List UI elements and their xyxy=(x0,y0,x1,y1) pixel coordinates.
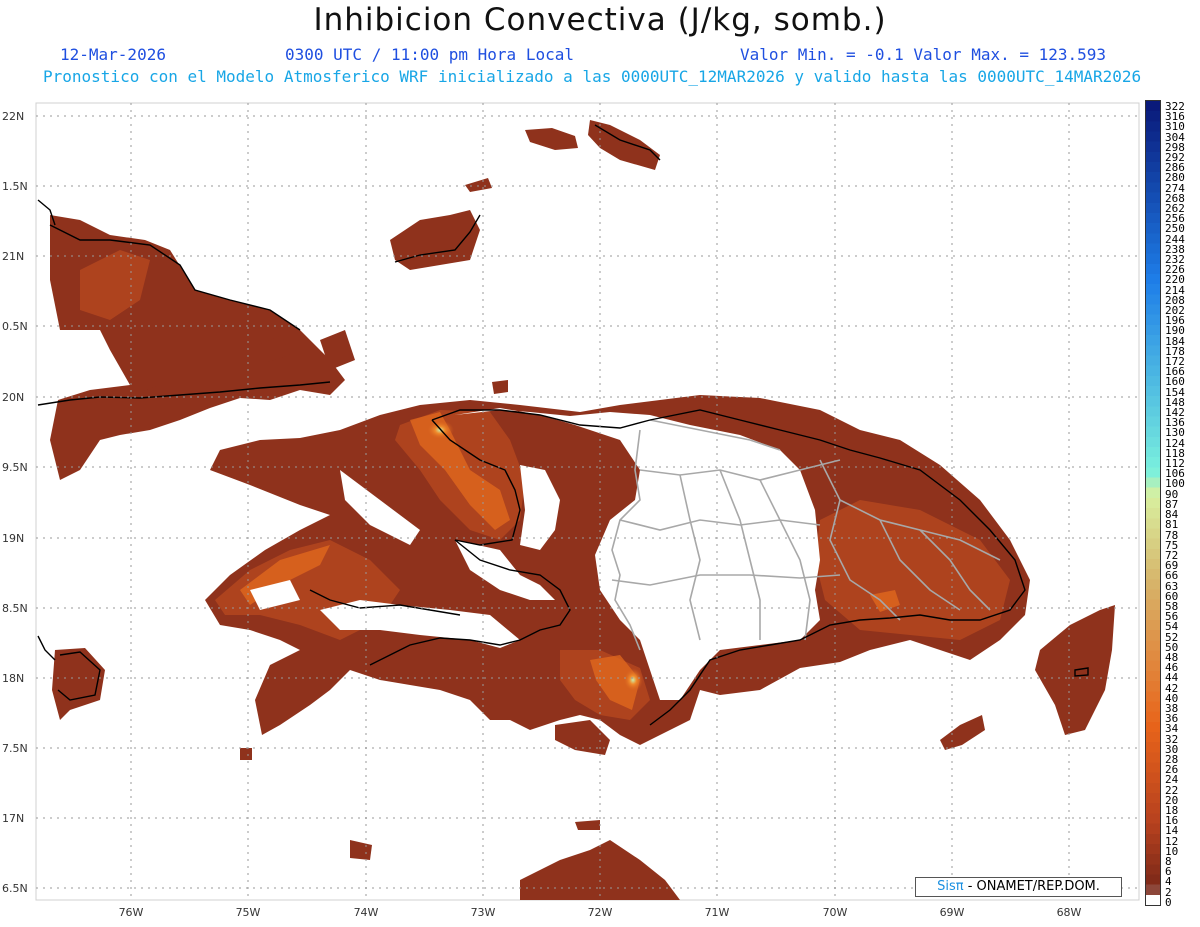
lon-label: 70W xyxy=(823,906,848,919)
lon-label: 69W xyxy=(940,906,965,919)
cin-max-south xyxy=(623,668,643,692)
lat-label: 21N xyxy=(2,250,24,263)
lat-label: 8.5N xyxy=(2,602,28,615)
lon-label: 74W xyxy=(354,906,379,919)
colorbar xyxy=(1145,100,1161,906)
lat-label: 18N xyxy=(2,672,24,685)
lat-label: 1.5N xyxy=(2,180,28,193)
lon-label: 68W xyxy=(1057,906,1082,919)
lon-label: 73W xyxy=(471,906,496,919)
lat-label: 17N xyxy=(2,812,24,825)
sispi-logo: Sisπ xyxy=(937,879,964,894)
lat-label: 9.5N xyxy=(2,461,28,474)
lat-label: 7.5N xyxy=(2,742,28,755)
cin-map: 22N 1.5N 21N 0.5N 20N 9.5N 19N 8.5N 18N … xyxy=(2,102,1140,919)
lon-label: 75W xyxy=(236,906,261,919)
lon-label: 71W xyxy=(705,906,730,919)
lat-label: 6.5N xyxy=(2,882,28,895)
credit-box: Sisπ - ONAMET/REP.DOM. xyxy=(915,877,1122,897)
colorbar-tick-label: 0 xyxy=(1165,895,1172,909)
lon-label: 76W xyxy=(119,906,144,919)
cin-max-north xyxy=(426,420,454,440)
lat-label: 0.5N xyxy=(2,320,28,333)
lat-label: 22N xyxy=(2,110,24,123)
lat-label: 20N xyxy=(2,391,24,404)
lat-label: 19N xyxy=(2,532,24,545)
lon-label: 72W xyxy=(588,906,613,919)
credit-org: - ONAMET/REP.DOM. xyxy=(963,879,1100,894)
